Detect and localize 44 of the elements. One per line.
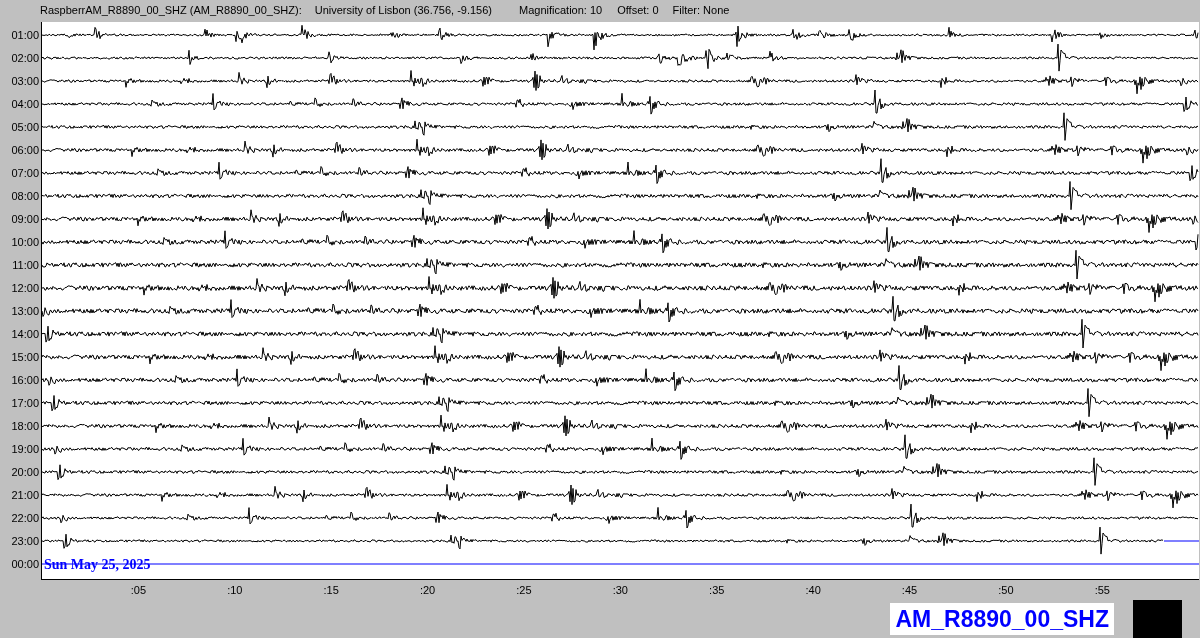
hour-label: 01:00 xyxy=(10,28,39,43)
hour-label: 22:00 xyxy=(10,511,39,526)
hour-label: 19:00 xyxy=(10,442,39,457)
minute-label: :40 xyxy=(805,584,821,596)
date-label: Sun May 25, 2025 xyxy=(44,557,151,573)
minute-label: :30 xyxy=(612,584,628,596)
hour-label: 14:00 xyxy=(10,327,39,342)
minute-label: :35 xyxy=(709,584,725,596)
trace-line xyxy=(1163,540,1199,542)
filter-text: Filter: None xyxy=(672,4,730,16)
magnification-text: Magnification: 10 xyxy=(519,4,603,16)
location-text: University of Lisbon (36.756, -9.156) xyxy=(314,4,492,16)
minute-label: :10 xyxy=(227,584,243,596)
minute-label: :20 xyxy=(419,584,436,596)
hour-label: 15:00 xyxy=(10,350,39,365)
minute-label: :45 xyxy=(901,584,918,596)
station-label: AM_R8890_00_SHZ xyxy=(890,603,1114,635)
hour-label: 04:00 xyxy=(10,97,39,112)
hour-label: 21:00 xyxy=(10,488,39,503)
hour-label: 18:00 xyxy=(10,419,39,434)
offset-text: Offset: 0 xyxy=(617,4,659,16)
minute-label: :15 xyxy=(323,584,339,596)
station-title: RaspberrAM_R8890_00_SHZ (AM_R8890_00_SHZ): xyxy=(40,4,302,16)
hour-label: 10:00 xyxy=(10,235,39,250)
hour-label: 12:00 xyxy=(10,281,39,296)
hour-label: 23:00 xyxy=(10,534,39,549)
minute-label: :25 xyxy=(516,584,532,596)
hour-label: 20:00 xyxy=(10,465,39,480)
hour-label: 03:00 xyxy=(10,74,39,89)
hour-label: 02:00 xyxy=(10,51,39,66)
hour-label: 05:00 xyxy=(10,120,39,135)
hour-label: 11:00 xyxy=(11,258,39,273)
hour-label: 13:00 xyxy=(10,304,39,319)
trace-color-swatch xyxy=(1133,600,1182,638)
hour-label: 06:00 xyxy=(10,143,39,158)
hour-label: 00:00 xyxy=(10,557,39,572)
hour-label: 09:00 xyxy=(10,212,39,227)
hour-label: 08:00 xyxy=(10,189,39,204)
hour-label: 17:00 xyxy=(10,396,39,411)
hour-label: 07:00 xyxy=(10,166,39,181)
minute-label: :50 xyxy=(998,584,1014,596)
hour-label: 16:00 xyxy=(10,373,39,388)
minute-label: :05 xyxy=(130,584,147,596)
minute-label: :55 xyxy=(1094,584,1110,596)
